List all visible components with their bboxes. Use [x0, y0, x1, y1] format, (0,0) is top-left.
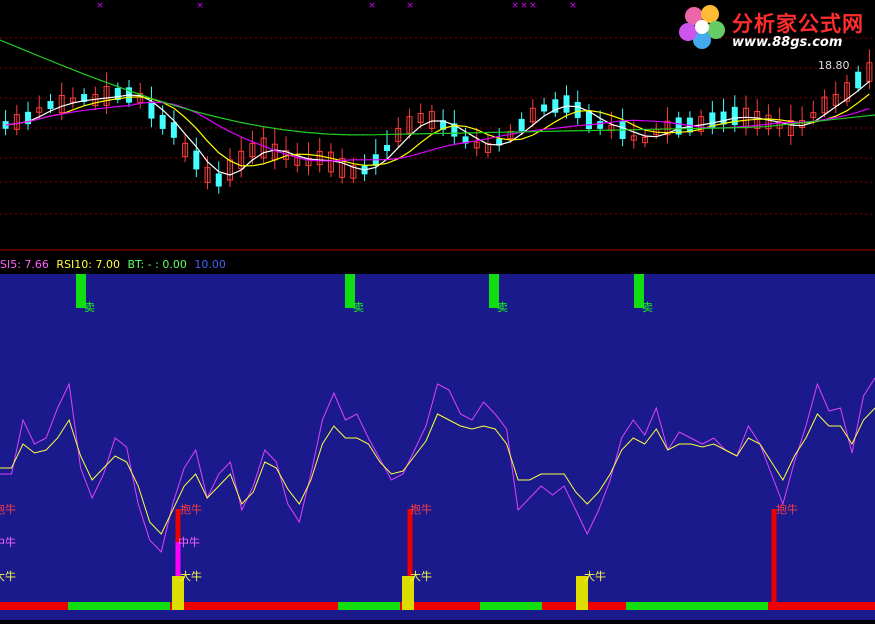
candle-body [193, 150, 200, 170]
rsi-indicator-panel[interactable]: 卖 卖 卖 卖抱牛 抱牛 抱牛中牛大牛 大牛 大牛 抱牛中牛大牛 [0, 274, 875, 620]
bull-signal-label: 抱牛 [776, 502, 798, 516]
marker-icon: × [96, 1, 104, 11]
left-edge-label: 中牛 [0, 535, 16, 549]
bull-signal-label: 大牛 [180, 569, 202, 583]
price-chart-panel[interactable]: × × × × × × × × 分析家公式网 www.88gs.com 18.80 [0, 0, 875, 255]
candle-body [518, 118, 525, 132]
candle-body [855, 71, 862, 89]
candle-body [541, 104, 548, 112]
indicator-status-bar: SI5: 7.66 RSI10: 7.00 BT: - : 0.00 10.00 [0, 255, 875, 274]
marker-icon: × [406, 1, 414, 11]
rsi-series-line-0 [0, 377, 875, 554]
bull-signal-label: 大牛 [584, 569, 606, 583]
logo-title: 分析家公式网 [732, 12, 864, 36]
last-price-label: 18.80 [818, 59, 850, 72]
sell-signal-label: 卖 [497, 301, 508, 314]
logo-url[interactable]: www.88gs.com [732, 35, 842, 50]
trend-block [480, 602, 542, 610]
marker-icon: × [569, 1, 577, 11]
bull-signal-label: 中牛 [178, 535, 200, 549]
candle-body [148, 101, 155, 119]
candle-body [563, 95, 570, 113]
candle-body [47, 101, 54, 109]
sell-signal-label: 卖 [84, 301, 95, 314]
rsi5-readout: SI5: 7.66 [0, 258, 49, 271]
candle-body [585, 110, 592, 130]
flower-logo-icon [679, 5, 725, 49]
marker-icon: × [368, 1, 376, 11]
bull-signal-label: 抱牛 [180, 502, 202, 516]
candle-body [215, 173, 222, 187]
candle-body [720, 111, 727, 125]
rsi10-readout: RSI10: 7.00 [56, 258, 120, 271]
trend-block [338, 602, 400, 610]
left-edge-label: 大牛 [0, 569, 16, 583]
marker-icon: × [529, 1, 537, 11]
sell-signal-label: 卖 [353, 301, 364, 314]
site-logo: 分析家公式网 www.88gs.com [676, 2, 875, 54]
bull-signal-label: 大牛 [410, 569, 432, 583]
trend-block [768, 602, 875, 610]
bt-readout: BT: - : 0.00 [127, 258, 187, 271]
extra-readout: 10.00 [194, 258, 226, 271]
candle-body [114, 88, 121, 100]
trend-block [170, 602, 338, 610]
trend-block [68, 602, 170, 610]
rsi-series-line-1 [0, 407, 875, 535]
left-edge-label: 抱牛 [0, 502, 16, 516]
marker-icon: × [511, 1, 519, 11]
trend-block [0, 602, 68, 610]
candle-body [597, 121, 604, 129]
rsi-chart[interactable]: 卖 卖 卖 卖抱牛 抱牛 抱牛中牛大牛 大牛 大牛 抱牛中牛大牛 [0, 274, 875, 620]
bull-signal-label: 抱牛 [410, 502, 432, 516]
trend-block [626, 602, 768, 610]
catch-bull-bar [771, 509, 777, 609]
candle-body [384, 144, 391, 152]
candle-body [170, 122, 177, 138]
sell-signal-label: 卖 [642, 301, 653, 314]
marker-icon: × [196, 1, 204, 11]
marker-icon: × [520, 1, 528, 11]
candle-body [574, 101, 581, 119]
candle-body [159, 115, 166, 129]
